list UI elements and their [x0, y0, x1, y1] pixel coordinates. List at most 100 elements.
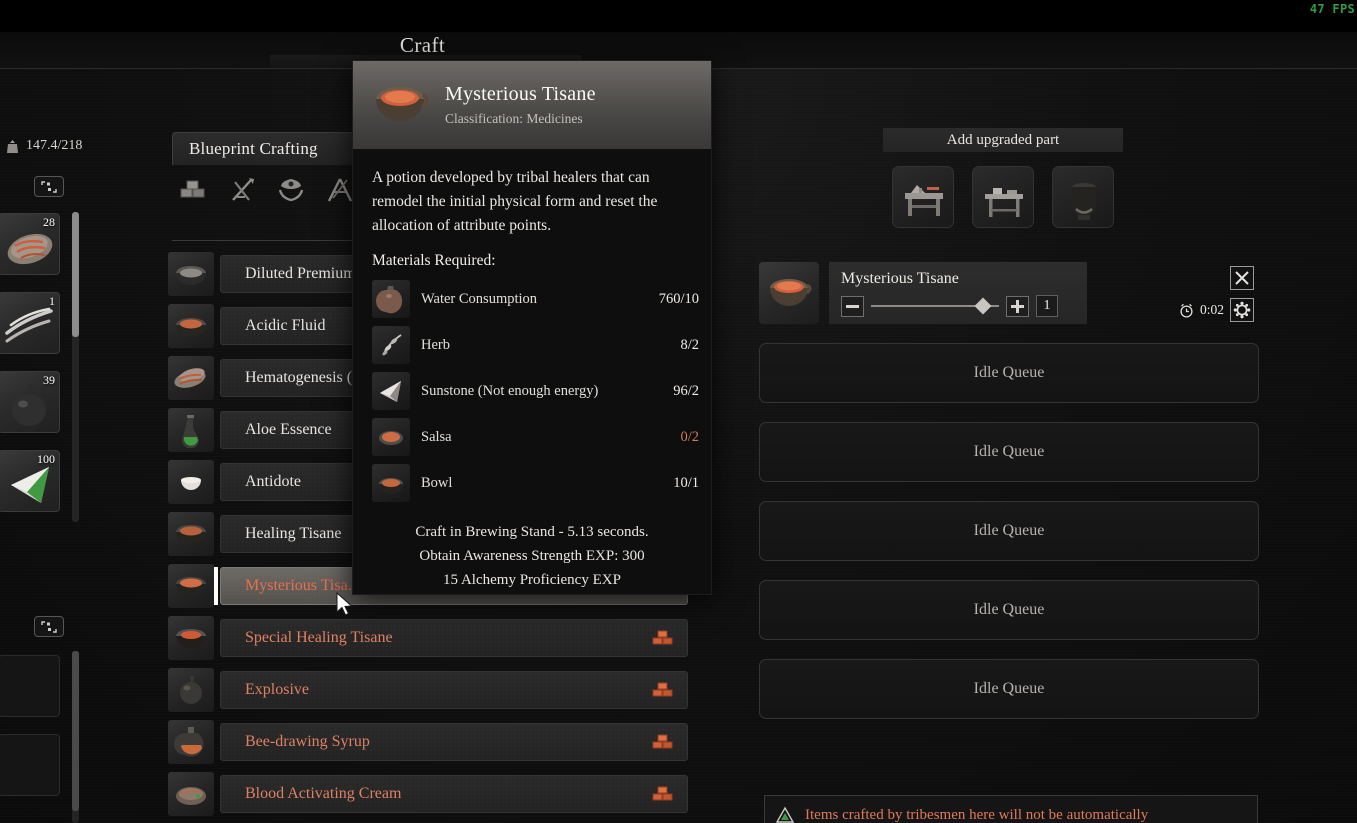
recipe-icon — [168, 460, 214, 504]
slider-knob[interactable] — [974, 297, 992, 315]
tooltip-header-text: Mysterious Tisane Classification: Medici… — [445, 83, 596, 127]
craft-station-line: Craft in Brewing Stand - 5.13 seconds. — [415, 524, 649, 540]
close-craft-button[interactable] — [1230, 266, 1254, 290]
tisane-pot-icon — [176, 577, 206, 596]
part-slot-table[interactable] — [972, 166, 1034, 228]
bowl-icon — [379, 478, 403, 494]
inventory-slot-qty: 28 — [43, 215, 55, 229]
bricks-icon — [652, 786, 673, 801]
missing-material-badge — [651, 733, 675, 751]
tooltip-classification: Classification: Medicines — [445, 111, 583, 126]
expand-icon — [41, 180, 57, 193]
recipe-name: Diluted Premium — [245, 265, 356, 282]
material-count: 760/10 — [658, 290, 699, 307]
active-craft-body: Mysterious Tisane 1 — [829, 262, 1087, 324]
material-row: Bowl 10/1 — [372, 460, 699, 506]
recipe-row[interactable]: Bee-drawing Syrup — [168, 720, 688, 764]
active-craft-row: Mysterious Tisane 1 0:02 — [759, 262, 1259, 326]
recipe-button[interactable]: Special Healing Tisane — [220, 619, 688, 657]
recipe-icon — [168, 252, 214, 296]
close-icon — [1235, 271, 1249, 285]
part-slot-cauldron[interactable] — [1052, 166, 1114, 228]
exp-reward-line: Obtain Awareness Strength EXP: 300 — [419, 548, 645, 564]
queue-slot[interactable]: Idle Queue — [759, 659, 1259, 719]
recipe-icon — [168, 512, 214, 556]
inventory-slot-empty[interactable] — [0, 734, 60, 796]
bowl-herb-icon — [176, 525, 206, 544]
tooltip-footer: Craft in Brewing Stand - 5.13 seconds. O… — [353, 520, 711, 592]
material-name: Sunstone (Not enough energy) — [421, 382, 599, 399]
material-icon — [372, 280, 410, 318]
weight-value: 147.4/218 — [26, 138, 83, 153]
sunstone-icon — [380, 381, 401, 402]
recipe-row[interactable]: Blood Activating Cream — [168, 772, 688, 816]
recipe-button[interactable]: Explosive — [220, 671, 688, 709]
scrollbar-thumb[interactable] — [72, 651, 79, 811]
craft-settings-button[interactable] — [1230, 298, 1254, 322]
scrollbar-thumb[interactable] — [72, 212, 79, 337]
inventory-slot[interactable]: 1 — [0, 292, 60, 354]
tisane-pot-icon — [376, 87, 429, 121]
weight-icon — [7, 139, 18, 153]
warning-icon — [775, 806, 795, 823]
quantity-slider[interactable] — [871, 296, 999, 316]
expand-inventory-button-bottom[interactable] — [34, 616, 64, 637]
queue-slot-label: Idle Queue — [973, 680, 1045, 697]
item-tooltip: Mysterious Tisane Classification: Medici… — [352, 60, 712, 595]
recipe-name: Hematogenesis ( — [245, 369, 353, 386]
queue-slot[interactable]: Idle Queue — [759, 422, 1259, 482]
queue-slot[interactable]: Idle Queue — [759, 501, 1259, 561]
material-row: Sunstone (Not enough energy) 96/2 — [372, 368, 699, 414]
material-name: Salsa — [421, 428, 452, 445]
workbench-icon — [905, 185, 943, 216]
jar-icon — [174, 727, 204, 757]
recipe-name: Special Healing Tisane — [245, 629, 393, 646]
salsa-icon — [379, 431, 403, 445]
tooltip-materials-list: Water Consumption 760/10 Herb 8/2 Sunsto… — [353, 276, 711, 506]
bricks-icon — [652, 630, 673, 645]
recipe-name: Healing Tisane — [245, 525, 342, 542]
recipe-row[interactable]: Explosive — [168, 668, 688, 712]
queue-slot-label: Idle Queue — [973, 522, 1045, 539]
material-count: 96/2 — [673, 382, 699, 399]
inventory-slot[interactable]: 39 — [0, 371, 60, 433]
inventory-slot-empty[interactable] — [0, 655, 60, 717]
bomb-icon — [180, 675, 202, 704]
missing-material-badge — [651, 681, 675, 699]
herb-icon — [382, 334, 402, 356]
active-craft-name: Mysterious Tisane — [841, 270, 959, 287]
tooltip-description: A potion developed by tribal healers tha… — [372, 169, 658, 234]
recipe-name: Acidic Fluid — [245, 317, 326, 334]
recipe-button[interactable]: Blood Activating Cream — [220, 775, 688, 813]
recipe-row[interactable]: Special Healing Tisane — [168, 616, 688, 660]
material-icon — [372, 326, 410, 364]
structures-icon[interactable] — [325, 176, 355, 204]
recipe-button[interactable]: Bee-drawing Syrup — [220, 723, 688, 761]
material-count: 10/1 — [673, 474, 699, 491]
expand-inventory-button-top[interactable] — [34, 176, 64, 197]
inventory-scrollbar-bottom[interactable] — [72, 651, 79, 823]
material-name: Water Consumption — [421, 290, 538, 307]
queue-slot-label: Idle Queue — [973, 601, 1045, 618]
craft-notice: Items crafted by tribesmen here will not… — [764, 795, 1258, 823]
material-name: Bowl — [421, 474, 453, 491]
materials-icon[interactable] — [178, 176, 208, 204]
recipe-name: Antidote — [245, 473, 301, 490]
active-craft-icon — [759, 262, 819, 324]
add-upgraded-part-button[interactable]: Add upgraded part — [883, 128, 1123, 152]
weapons-icon[interactable] — [227, 176, 257, 204]
armor-icon[interactable] — [276, 176, 306, 204]
decrease-quantity-button[interactable] — [841, 295, 864, 317]
alarm-clock-icon — [1180, 303, 1193, 318]
material-count: 0/2 — [680, 428, 699, 445]
part-slot-workbench[interactable] — [892, 166, 954, 228]
queue-slot[interactable]: Idle Queue — [759, 343, 1259, 403]
queue-slot-label: Idle Queue — [973, 364, 1045, 381]
inventory-slot[interactable]: 100 — [0, 450, 60, 512]
selection-indicator — [214, 567, 218, 605]
queue-slot[interactable]: Idle Queue — [759, 580, 1259, 640]
increase-quantity-button[interactable] — [1006, 295, 1029, 317]
inventory-scrollbar-top[interactable] — [72, 212, 79, 522]
quantity-value[interactable]: 1 — [1036, 295, 1058, 317]
inventory-slot[interactable]: 28 — [0, 213, 60, 275]
